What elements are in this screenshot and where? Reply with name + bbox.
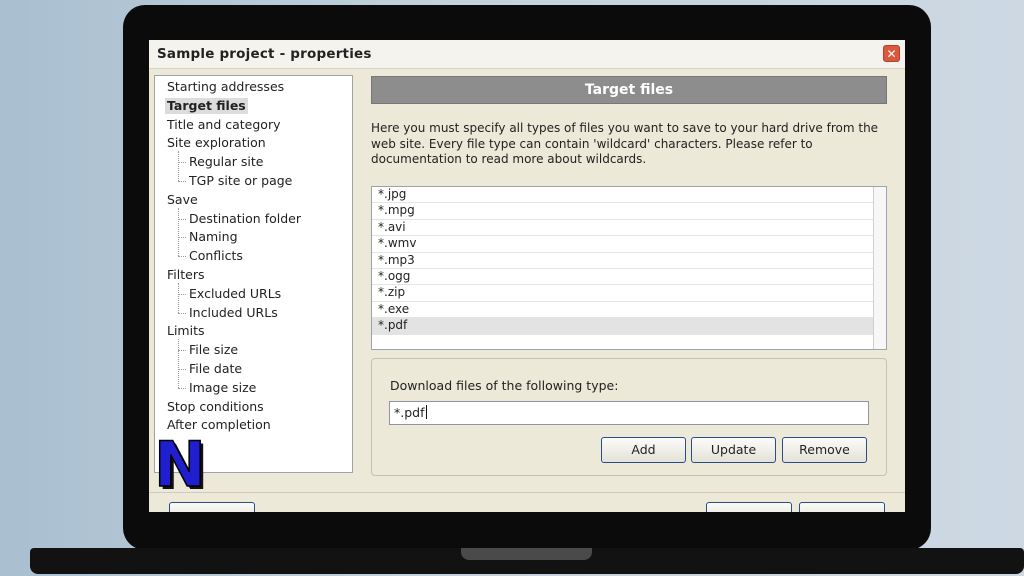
tree-item-file-date[interactable]: File date xyxy=(189,361,242,377)
update-button[interactable]: Update xyxy=(691,437,776,463)
close-button[interactable]: ✕ xyxy=(883,45,900,62)
tree-item-site-exploration[interactable]: Site exploration xyxy=(167,135,266,151)
tree-item-conflicts[interactable]: Conflicts xyxy=(189,248,243,264)
window-title: Sample project - properties xyxy=(157,46,372,62)
list-item[interactable]: *.jpg xyxy=(372,187,874,204)
properties-dialog: Sample project - properties ✕ Starting a… xyxy=(149,40,905,512)
tree-connector xyxy=(178,350,186,352)
section-description: Here you must specify all types of files… xyxy=(371,121,879,166)
logo-letter: N xyxy=(154,436,206,494)
list-item[interactable]: *.exe xyxy=(372,302,874,319)
list-item[interactable]: *.pdf xyxy=(372,318,874,335)
list-item[interactable]: *.mp3 xyxy=(372,253,874,269)
tree-connector xyxy=(178,218,186,220)
download-type-label: Download files of the following type: xyxy=(390,378,619,393)
tree-connector xyxy=(178,181,186,182)
add-button[interactable]: Add xyxy=(601,437,686,463)
tree-item-tgp-site-or-page[interactable]: TGP site or page xyxy=(189,173,292,189)
tree-item-title-and-category[interactable]: Title and category xyxy=(167,117,281,133)
remove-button[interactable]: Remove xyxy=(782,437,867,463)
tree-connector xyxy=(178,207,179,257)
tree-connector xyxy=(178,339,179,388)
list-item[interactable]: *.ogg xyxy=(372,269,874,286)
tree-connector xyxy=(178,162,186,164)
laptop-notch xyxy=(461,548,592,560)
tree-item-included-urls[interactable]: Included URLs xyxy=(189,305,278,321)
help-button[interactable] xyxy=(169,502,255,512)
download-group: Download files of the following type: *.… xyxy=(371,358,887,476)
file-type-list[interactable]: *.jpg *.mpg *.avi *.wmv *.mp3 *.ogg *.zip *.exe… xyxy=(371,186,887,350)
tree-item-file-size[interactable]: File size xyxy=(189,342,238,358)
tree-item-naming[interactable]: Naming xyxy=(189,229,238,245)
file-type-input-value: *.pdf xyxy=(394,405,425,420)
tree-connector xyxy=(178,256,186,258)
tree-item-target-files[interactable]: Target files xyxy=(165,97,248,114)
tree-item-stop-conditions[interactable]: Stop conditions xyxy=(167,399,264,415)
tree-item-filters[interactable]: Filters xyxy=(167,267,204,283)
bottom-separator xyxy=(149,492,905,493)
tree-item-limits[interactable]: Limits xyxy=(167,323,205,339)
list-scrollbar[interactable] xyxy=(873,187,886,349)
tree-item-destination-folder[interactable]: Destination folder xyxy=(189,211,301,227)
list-item[interactable]: *.zip xyxy=(372,285,874,302)
ok-button[interactable] xyxy=(706,502,792,512)
list-item[interactable]: *.avi xyxy=(372,220,874,237)
channel-logo: N N xyxy=(154,436,209,494)
tree-item-image-size[interactable]: Image size xyxy=(189,380,256,396)
tree-connector xyxy=(178,237,186,239)
tree-connector xyxy=(178,151,179,181)
tree-connector xyxy=(178,312,186,314)
tree-item-excluded-urls[interactable]: Excluded URLs xyxy=(189,286,281,302)
cancel-button[interactable] xyxy=(799,502,885,512)
tree-connector xyxy=(178,293,186,295)
list-item[interactable]: *.wmv xyxy=(372,236,874,253)
text-caret xyxy=(425,405,427,419)
tree-connector xyxy=(178,283,179,313)
tree-item-save[interactable]: Save xyxy=(167,192,198,208)
tree-item-regular-site[interactable]: Regular site xyxy=(189,154,264,170)
tree-connector xyxy=(178,369,186,370)
tree-connector xyxy=(178,387,186,389)
tree-item-after-completion[interactable]: After completion xyxy=(167,417,271,433)
file-type-input[interactable]: *.pdf xyxy=(389,401,869,425)
title-bar: Sample project - properties ✕ xyxy=(149,40,905,69)
settings-tree: Starting addresses Target files Title and … xyxy=(154,75,353,473)
section-header: Target files xyxy=(371,76,887,104)
tree-item-starting-addresses[interactable]: Starting addresses xyxy=(167,79,284,95)
list-item[interactable]: *.mpg xyxy=(372,203,874,220)
